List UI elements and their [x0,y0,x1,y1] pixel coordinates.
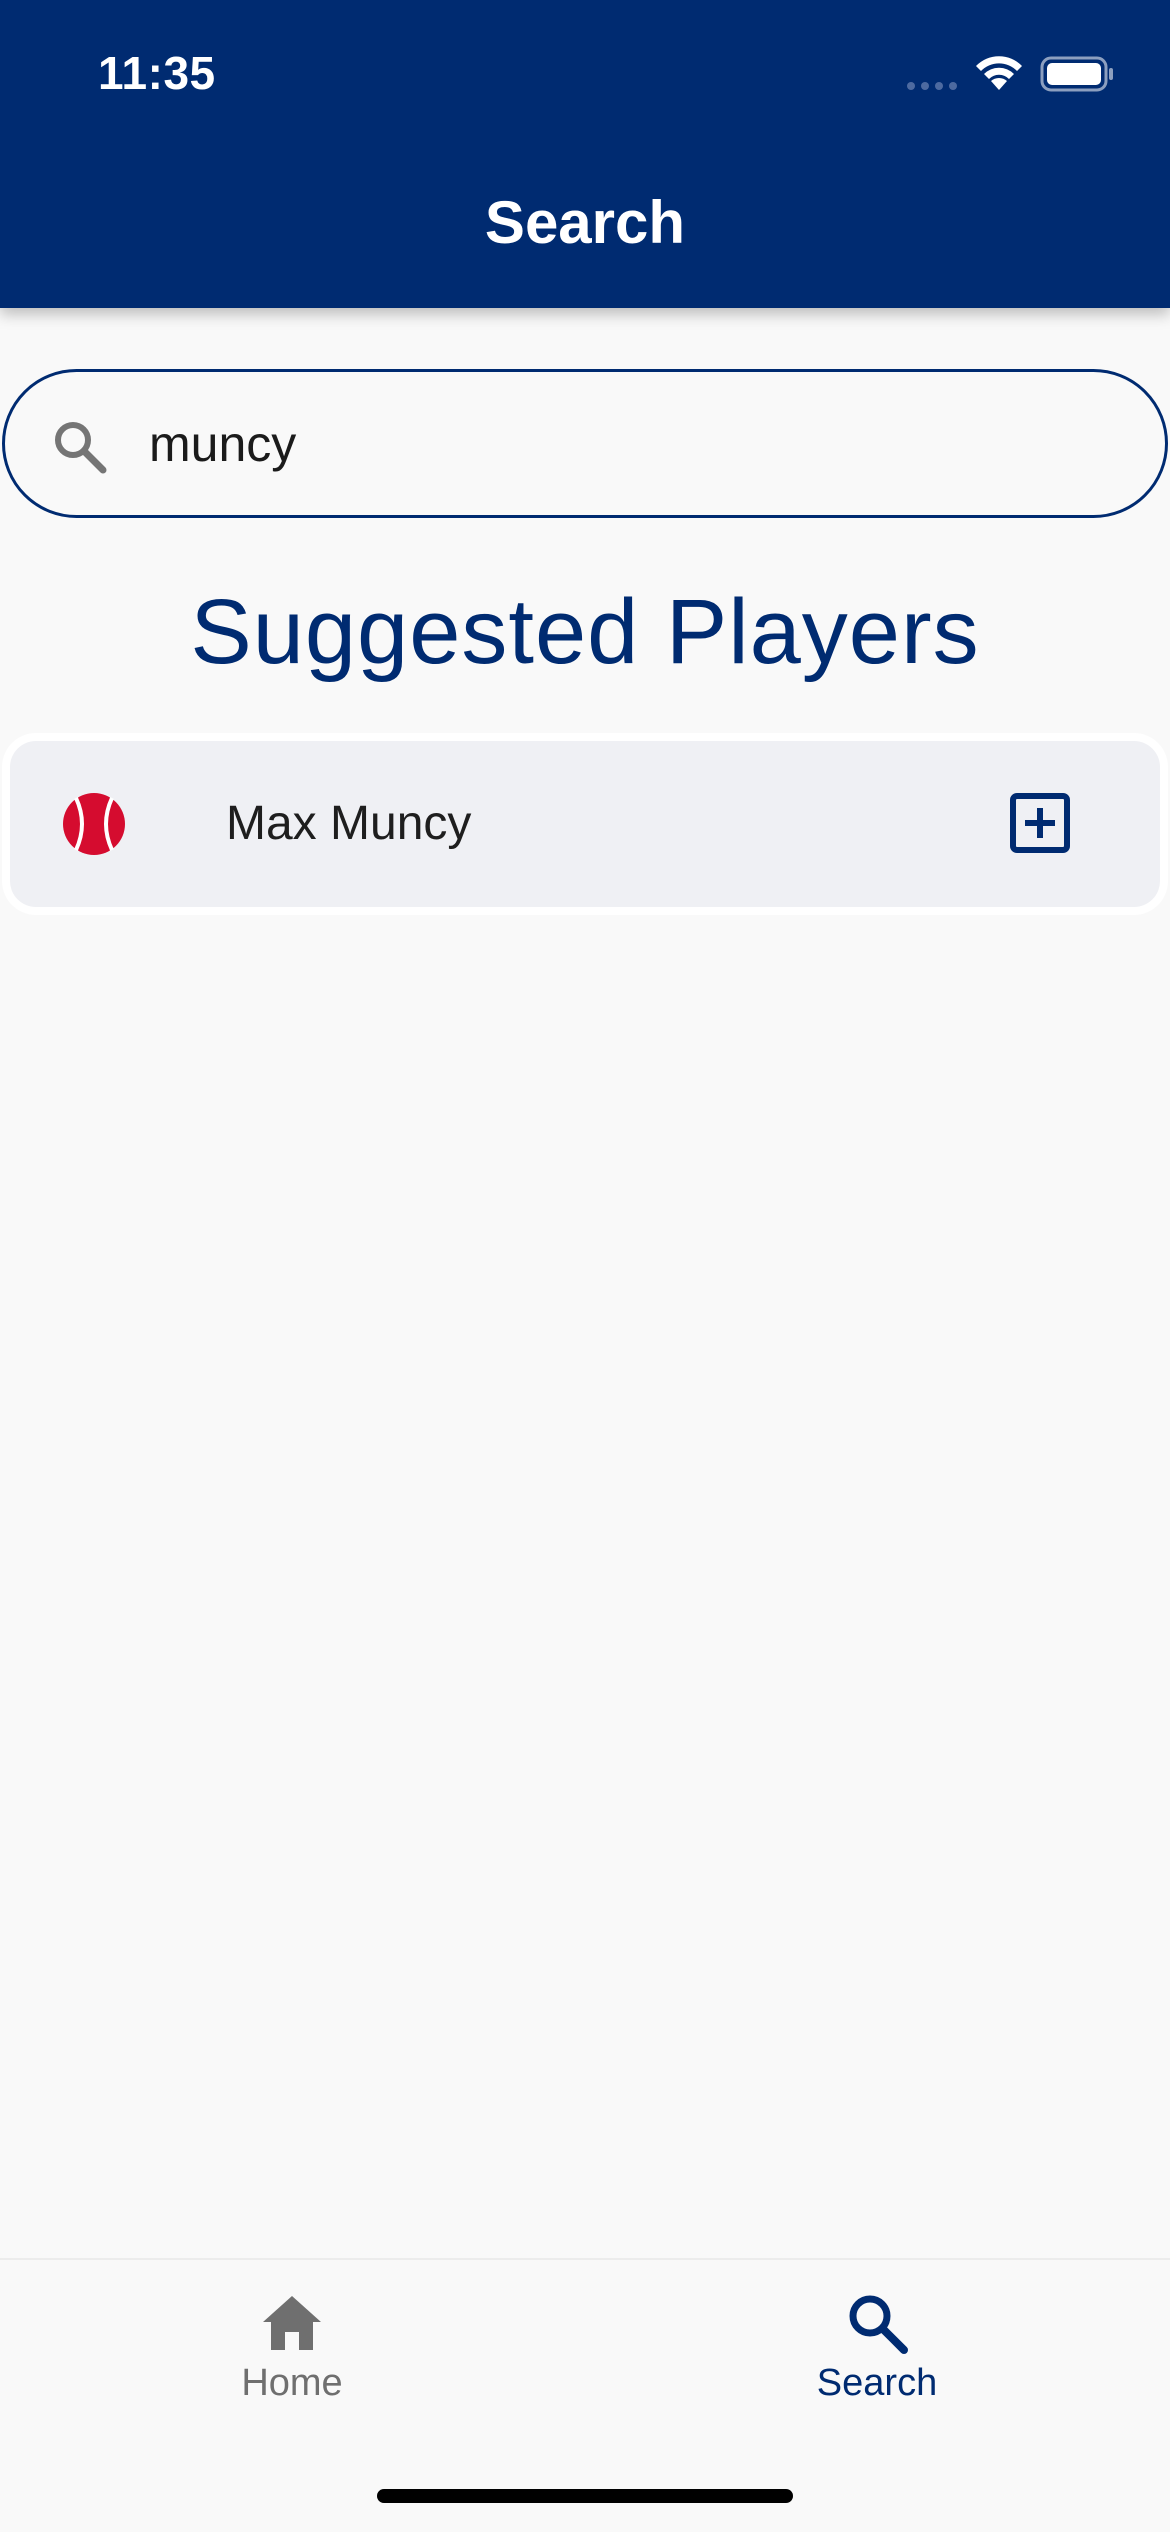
battery-icon [1040,56,1113,92]
cellular-signal-icon [907,82,957,90]
add-box-icon[interactable] [1008,791,1072,855]
home-indicator[interactable] [377,2489,793,2503]
nav-home-label: Home [241,2362,343,2404]
player-result-card[interactable]: Max Muncy [10,741,1160,907]
page-title: Search [484,189,686,256]
baseball-icon [63,793,125,855]
suggested-players-heading: Suggested Players [190,581,980,683]
search-screen: 11:35 Search Suggested Players [0,0,1170,2532]
search-icon [849,2295,908,2354]
wifi-icon [976,56,1022,90]
nav-search-tab[interactable]: Search [727,2290,1027,2420]
app-header: 11:35 Search [0,0,1170,308]
search-bar[interactable] [2,369,1168,518]
search-input[interactable] [149,402,1129,486]
nav-home-tab[interactable]: Home [142,2290,442,2420]
status-time: 11:35 [98,47,216,99]
player-name: Max Muncy [226,797,472,850]
nav-search-label: Search [816,2362,938,2404]
search-icon [55,422,107,474]
home-icon [263,2296,321,2350]
